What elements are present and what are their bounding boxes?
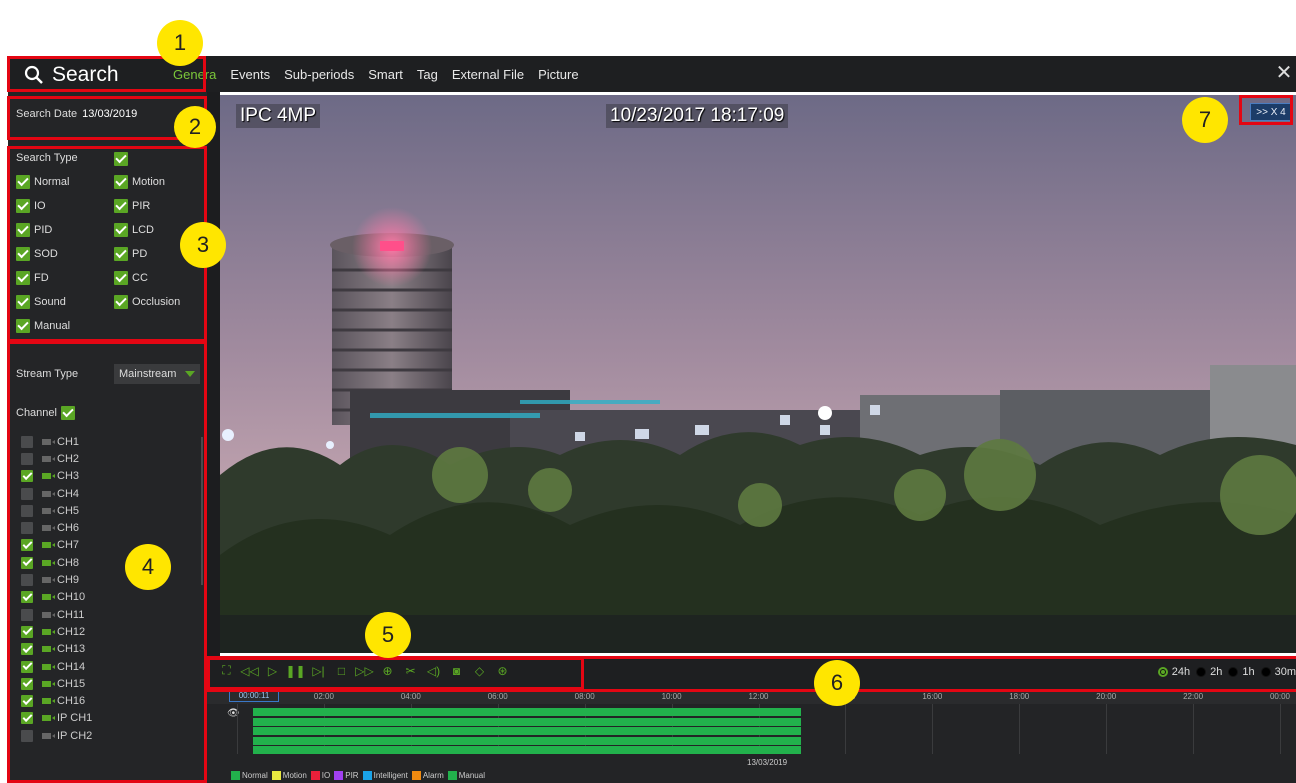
annotation-marker-4: 4: [125, 544, 171, 590]
annotation-marker-5: 5: [365, 612, 411, 658]
tab-events[interactable]: Events: [230, 67, 270, 82]
recording-bar: [253, 727, 801, 735]
video-viewport[interactable]: IPC 4MP 10/23/2017 18:17:09 >> X 4: [220, 95, 1296, 653]
legend-swatch: [411, 771, 421, 780]
camera-name-overlay: IPC 4MP: [236, 104, 321, 128]
legend-item: IO: [310, 771, 331, 780]
timeline[interactable]: 02:0004:0006:0008:0010:0012:0014:0016:00…: [207, 690, 1296, 783]
timeline-tick: 20:00: [1096, 692, 1117, 701]
timeline-gridline: [932, 704, 934, 754]
annotation-marker-2: 2: [174, 106, 216, 148]
tab-tag[interactable]: Tag: [417, 67, 438, 82]
tab-bar: Genera Events Sub-periods Smart Tag External …: [173, 56, 593, 92]
timeline-gridline: [237, 704, 238, 754]
legend-swatch: [334, 771, 344, 780]
timeline-ruler: 02:0004:0006:0008:0010:0012:0014:0016:00…: [207, 690, 1296, 704]
legend-item: Intelligent: [362, 771, 408, 780]
legend-swatch: [231, 771, 240, 780]
timeline-gridline: [1280, 704, 1281, 754]
timeline-tick: 12:00: [748, 692, 769, 701]
timeline-tick: 22:00: [1183, 692, 1204, 701]
annotation-marker-7: 7: [1182, 97, 1228, 143]
legend-label: Alarm: [422, 771, 444, 780]
video-frame: [220, 95, 1296, 653]
legend-swatch: [362, 771, 372, 780]
recording-bars: [253, 708, 801, 754]
timeline-gridline: [1193, 704, 1195, 754]
timeline-gridline: [845, 704, 847, 754]
annotation-marker-3: 3: [180, 222, 226, 268]
legend-item: Motion: [271, 771, 307, 780]
close-icon[interactable]: ✕: [1274, 62, 1294, 84]
annotation-box-3: [7, 146, 207, 342]
timeline-tick: 04:00: [400, 692, 421, 701]
timeline-tick: 02:00: [313, 692, 334, 701]
timeline-tick: 18:00: [1009, 692, 1030, 701]
recording-bar: [253, 708, 801, 716]
legend-label: Manual: [458, 771, 485, 780]
annotation-box-6: [207, 656, 1296, 692]
timeline-legend: Normal Motion IO PIR Intelligent Alarm Manual: [231, 771, 489, 780]
legend-item: Manual: [447, 771, 485, 780]
legend-label: Normal: [242, 771, 268, 780]
timeline-tick: 10:00: [661, 692, 682, 701]
timeline-tick: 16:00: [922, 692, 943, 701]
legend-item: Normal: [231, 771, 268, 780]
recording-bar: [253, 746, 801, 754]
timeline-tick: 06:00: [487, 692, 508, 701]
legend-item: PIR: [334, 771, 359, 780]
annotation-marker-6: 6: [814, 660, 860, 706]
annotation-box-7: [1239, 95, 1293, 125]
timeline-date: 13/03/2019: [747, 758, 788, 767]
timeline-tick: 00:00: [1269, 692, 1291, 701]
tab-smart[interactable]: Smart: [368, 67, 403, 82]
legend-item: Alarm: [411, 771, 444, 780]
recording-bar: [253, 717, 801, 726]
annotation-box-4: [7, 341, 207, 783]
tab-picture[interactable]: Picture: [538, 67, 578, 82]
timeline-tick: 08:00: [574, 692, 595, 701]
legend-swatch: [310, 771, 320, 780]
tab-external-file[interactable]: External File: [452, 67, 524, 82]
timeline-gridline: [1106, 704, 1108, 754]
legend-label: Motion: [282, 771, 307, 780]
legend-swatch: [271, 771, 281, 780]
legend-label: PIR: [345, 771, 359, 780]
legend-swatch: [447, 771, 457, 780]
recording-bar: [253, 736, 801, 745]
annotation-marker-1: 1: [157, 20, 203, 66]
timestamp-overlay: 10/23/2017 18:17:09: [606, 104, 789, 128]
legend-label: Intelligent: [373, 771, 408, 780]
tab-sub-periods[interactable]: Sub-periods: [284, 67, 354, 82]
legend-label: IO: [321, 771, 331, 780]
timeline-gridline: [1019, 704, 1021, 754]
dvr-playback-screen: Search Genera Events Sub-periods Smart Tag Ex…: [0, 0, 1296, 783]
